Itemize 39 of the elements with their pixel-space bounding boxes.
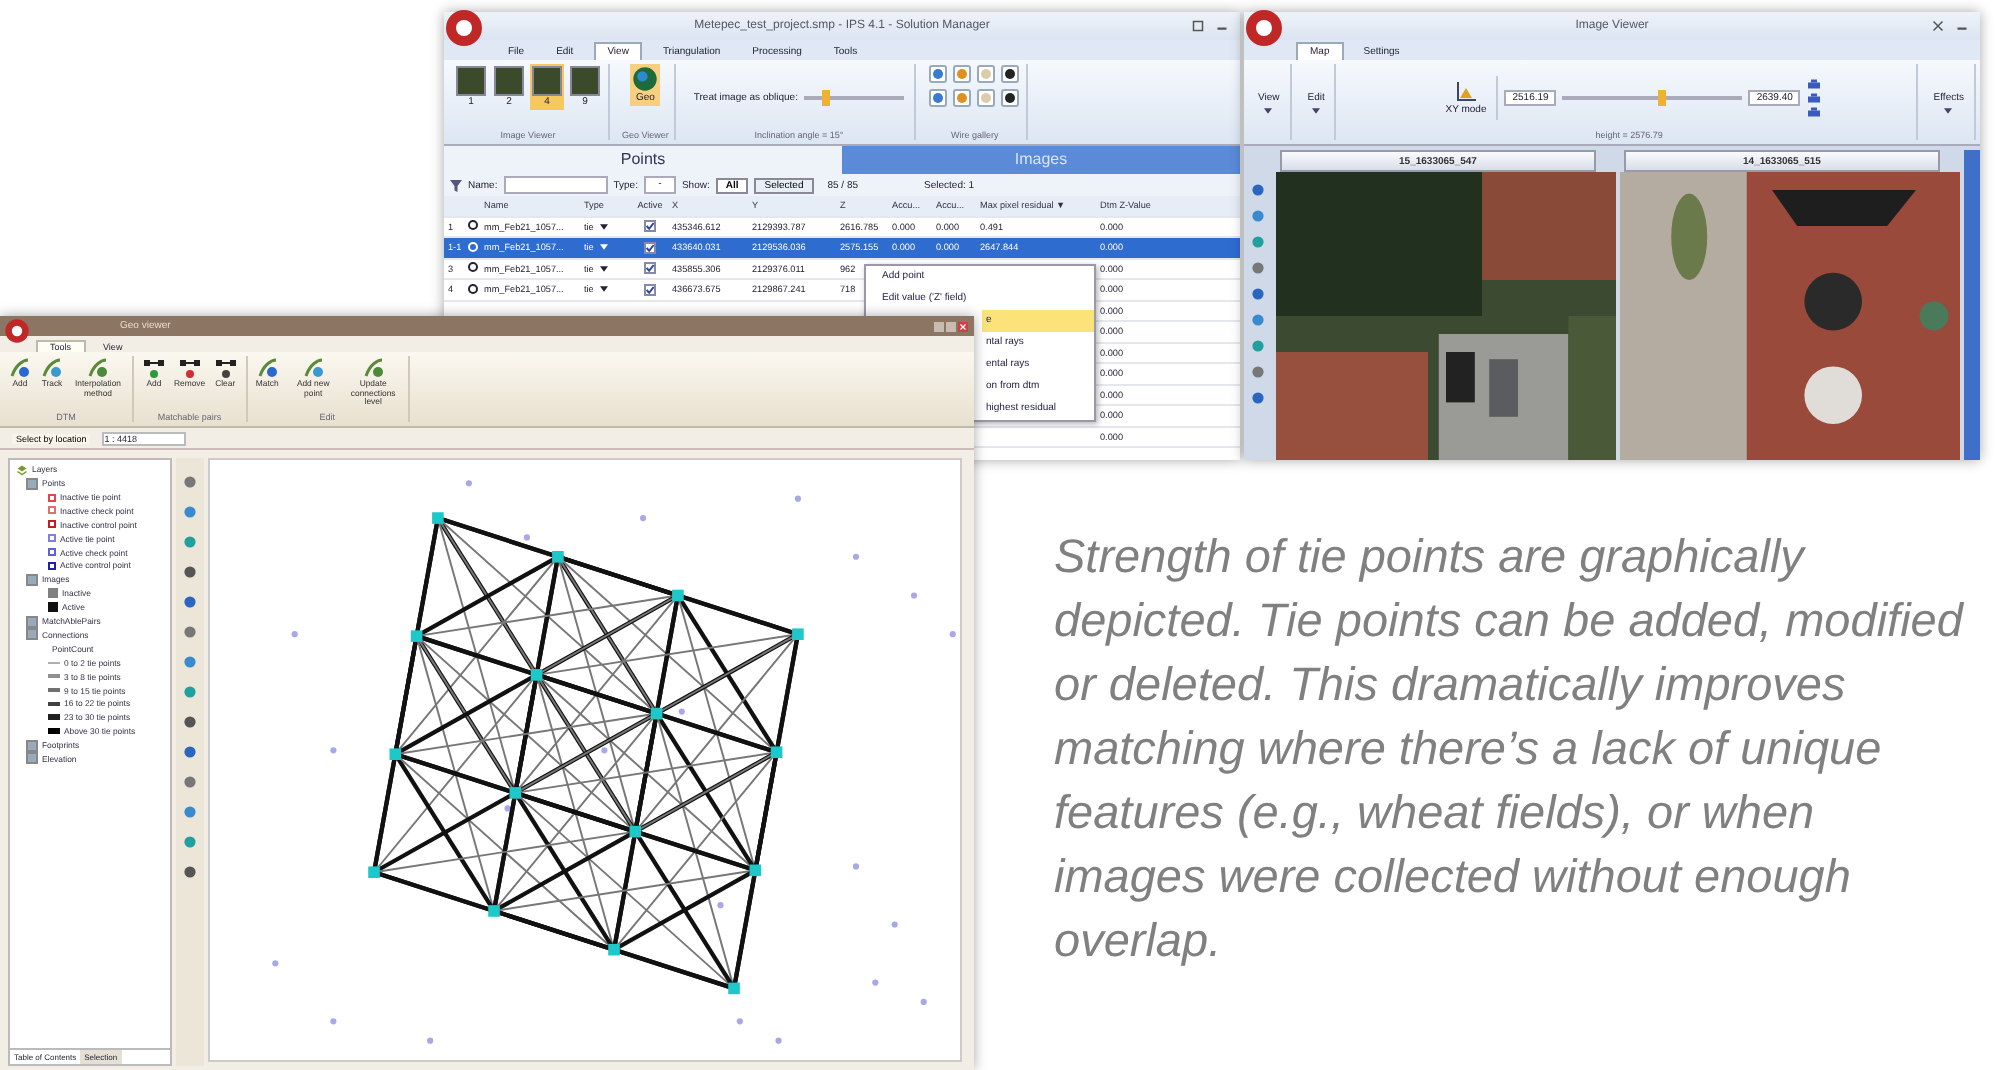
caret-icon[interactable] [599,286,608,293]
curve-icon [8,356,32,380]
layer-checkbox[interactable] [26,739,38,752]
caret-icon[interactable] [599,223,608,230]
wire-style-icon[interactable] [1000,88,1021,108]
curve-icon [301,356,326,380]
tie-point-icon [468,220,478,231]
caption-text: Strength of tie points are graphically depicted. Tie points can be added, modified or deleted. This dramatically improves matching where there’s a lack of unique features (e.g., wheat fields), or when images were collected without enough overlap. [1054,528,1966,970]
layer-checkbox[interactable] [26,573,38,586]
caret-icon [1312,107,1321,113]
active-checkbox[interactable] [644,262,656,275]
filter-icon[interactable] [450,179,462,191]
tie-point-icon [468,241,478,252]
layer-checkbox[interactable] [26,628,38,641]
layer-checkbox[interactable] [26,615,38,628]
curve-icon [86,356,110,380]
curve-icon [361,356,386,380]
tie-point-icon [468,262,478,273]
panel-tab[interactable]: Points [444,146,842,174]
tie-point-icon [468,283,478,294]
pair-icon [142,356,166,380]
close-icon[interactable] [1932,20,1944,32]
caret-icon[interactable] [599,265,608,272]
wire-style-icon[interactable] [1000,64,1021,84]
active-checkbox[interactable] [644,241,656,254]
caret-icon [1264,107,1273,113]
layer-checkbox[interactable] [26,477,38,490]
curve-icon [255,356,280,380]
pair-icon [177,356,202,380]
name-field[interactable] [503,176,608,194]
active-checkbox[interactable] [644,283,656,296]
caret-icon [1944,107,1953,113]
layer-checkbox[interactable] [26,752,38,765]
maximize-icon[interactable] [1192,20,1204,32]
axes-icon [1454,79,1478,103]
pair-icon [213,356,238,380]
layers-icon [16,463,28,476]
curve-icon [40,356,64,380]
active-checkbox[interactable] [644,220,656,233]
